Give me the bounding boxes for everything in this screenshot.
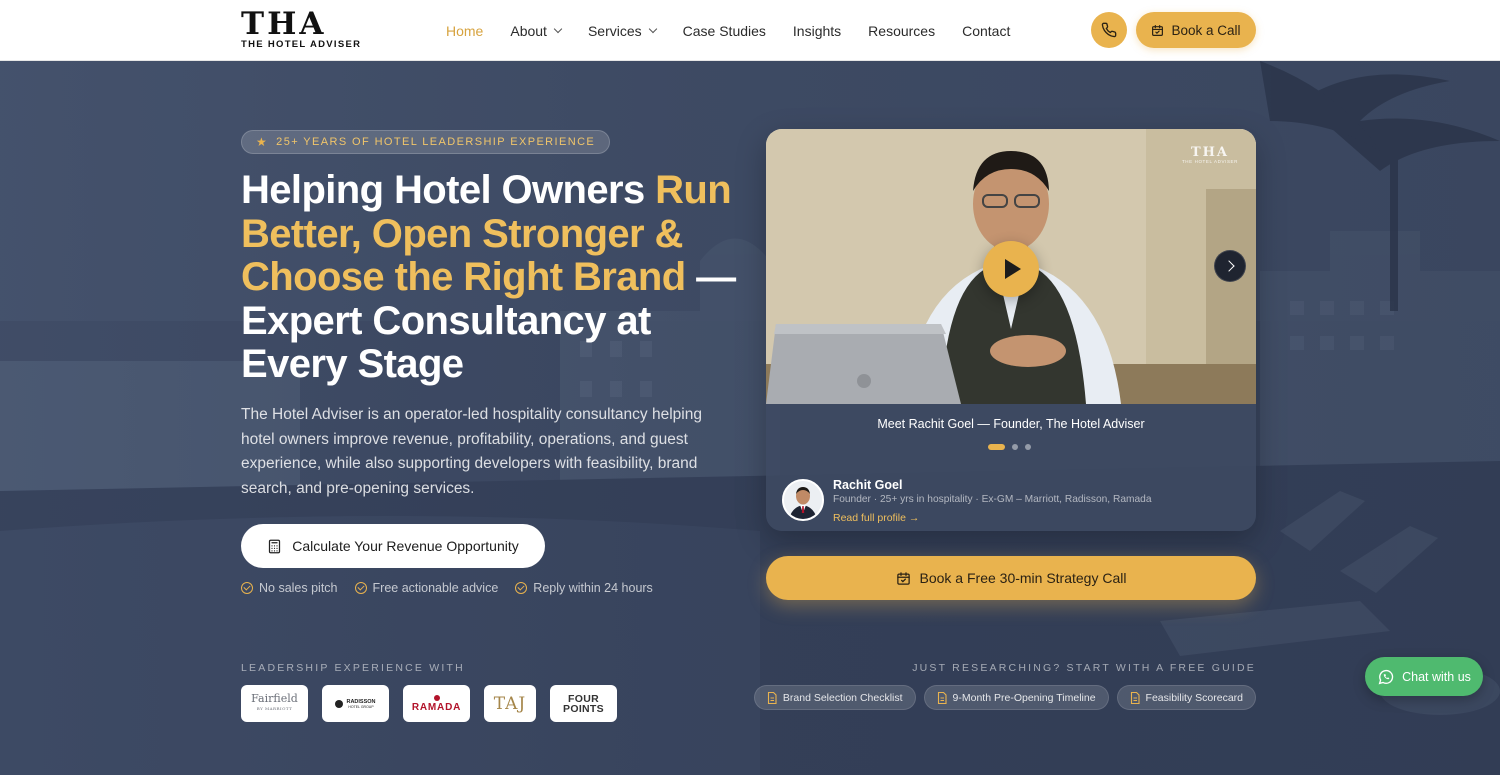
- founder-profile: Rachit Goel Founder · 25+ yrs in hospita…: [782, 478, 1242, 526]
- book-strategy-call-label: Book a Free 30-min Strategy Call: [919, 570, 1127, 586]
- calendar-icon: [896, 571, 910, 585]
- video-logo-subtitle: THE HOTEL ADVISER: [1181, 159, 1238, 164]
- nav-item-label: About: [510, 22, 547, 39]
- star-icon: ★: [256, 135, 269, 149]
- video-watermark-logo: THA THE HOTEL ADVISER: [1181, 145, 1238, 164]
- nav-item-home[interactable]: Home: [446, 23, 483, 39]
- phone-icon: [1101, 22, 1117, 38]
- headline-part-1: Helping Hotel Owners: [241, 168, 656, 212]
- founder-video-card: THA THE HOTEL ADVISER Meet Rachit Goel —…: [766, 129, 1256, 531]
- main-nav: Home About Services Case Studies Insight…: [446, 0, 1037, 61]
- leadership-eyebrow: LEADERSHIP EXPERIENCE WITH: [241, 662, 465, 674]
- nav-item-label: Home: [446, 22, 484, 39]
- nav-item-label: Case Studies: [682, 22, 766, 39]
- phone-button[interactable]: [1091, 12, 1127, 48]
- perk-label: Reply within 24 hours: [533, 581, 653, 595]
- nav-item-resources[interactable]: Resources: [868, 23, 935, 39]
- document-icon: [767, 691, 777, 704]
- perk-item: No sales pitch: [241, 581, 338, 595]
- carousel-dots: [988, 444, 1038, 450]
- four-points-logo: FOUR POINTS: [550, 685, 617, 722]
- perk-item: Free actionable advice: [354, 581, 499, 595]
- whatsapp-chat-button[interactable]: Chat with us: [1365, 657, 1483, 696]
- calculate-revenue-label: Calculate Your Revenue Opportunity: [292, 538, 519, 554]
- check-circle-icon: [354, 582, 367, 594]
- hero-description: The Hotel Adviser is an operator-led hos…: [241, 406, 702, 497]
- guide-brand-selection[interactable]: Brand Selection Checklist: [753, 685, 916, 710]
- site-logo[interactable]: THA THE HOTEL ADVISER: [241, 6, 362, 51]
- calculate-revenue-button[interactable]: Calculate Your Revenue Opportunity: [241, 524, 545, 568]
- carousel-dot[interactable]: [1025, 444, 1031, 450]
- experience-badge: ★ 25+ YEARS OF HOTEL LEADERSHIP EXPERIEN…: [241, 130, 611, 154]
- document-icon: [1130, 691, 1140, 704]
- perk-label: No sales pitch: [259, 581, 338, 595]
- chevron-right-icon[interactable]: [1214, 250, 1246, 282]
- brand-sub: BY MARRIOTT: [256, 705, 293, 711]
- chevron-down-icon: [648, 24, 657, 33]
- read-full-profile-link[interactable]: Read full profile →: [833, 512, 919, 524]
- guide-label: Brand Selection Checklist: [782, 691, 903, 704]
- brand-sub: HOTEL GROUP: [348, 704, 374, 709]
- free-guides: Brand Selection Checklist 9-Month Pre-Op…: [746, 685, 1256, 710]
- nav-item-insights[interactable]: Insights: [793, 23, 841, 39]
- nav-item-label: Resources: [868, 22, 936, 39]
- brand-sub: POINTS: [563, 702, 604, 715]
- book-strategy-call-button[interactable]: Book a Free 30-min Strategy Call: [766, 556, 1256, 600]
- site-header: THA THE HOTEL ADVISER Home About Service…: [0, 0, 1500, 61]
- founder-meta: Founder · 25+ yrs in hospitality · Ex-GM…: [833, 494, 1152, 505]
- founder-video[interactable]: THA THE HOTEL ADVISER: [766, 129, 1256, 404]
- nav-item-about[interactable]: About: [510, 22, 563, 39]
- guide-feasibility-scorecard[interactable]: Feasibility Scorecard: [1116, 685, 1256, 710]
- brand-name: RADISSON: [346, 698, 376, 705]
- experience-badge-text: 25+ YEARS OF HOTEL LEADERSHIP EXPERIENCE: [276, 136, 596, 148]
- ramada-logo: RAMADA: [403, 685, 470, 722]
- book-a-call-label: Book a Call: [1171, 22, 1241, 38]
- brand-name: FOUR: [568, 692, 599, 705]
- perk-label: Free actionable advice: [372, 581, 499, 595]
- document-icon: [937, 691, 947, 704]
- hero-headline: Helping Hotel Owners Run Better, Open St…: [241, 168, 751, 387]
- perks-list: No sales pitch Free actionable advice Re…: [241, 581, 670, 595]
- brand-name: TAJ: [493, 693, 527, 714]
- guide-label: Feasibility Scorecard: [1145, 691, 1243, 704]
- nav-item-label: Services: [587, 22, 642, 39]
- guide-pre-opening-timeline[interactable]: 9-Month Pre-Opening Timeline: [923, 685, 1109, 710]
- check-circle-icon: [241, 582, 253, 594]
- book-a-call-button[interactable]: Book a Call: [1136, 12, 1256, 48]
- guides-eyebrow: JUST RESEARCHING? START WITH A FREE GUID…: [912, 662, 1256, 674]
- hero-section: ★ 25+ YEARS OF HOTEL LEADERSHIP EXPERIEN…: [0, 61, 1500, 775]
- brand-name: Fairfield: [251, 691, 298, 705]
- founder-name: Rachit Goel: [833, 478, 903, 492]
- chat-label: Chat with us: [1402, 669, 1471, 684]
- avatar: [782, 479, 824, 521]
- perk-item: Reply within 24 hours: [515, 581, 653, 595]
- calculator-icon: [269, 539, 281, 553]
- nav-item-case-studies[interactable]: Case Studies: [683, 23, 766, 39]
- nav-item-contact[interactable]: Contact: [962, 23, 1010, 39]
- guide-label: 9-Month Pre-Opening Timeline: [952, 691, 1096, 704]
- brand-logos: Fairfield BY MARRIOTT RADISSON HOTEL GROUP…: [241, 685, 631, 722]
- fairfield-logo: Fairfield BY MARRIOTT: [241, 685, 308, 722]
- nav-item-services[interactable]: Services: [587, 22, 657, 39]
- nav-item-label: Insights: [792, 22, 842, 39]
- carousel-dot-active[interactable]: [988, 444, 1005, 450]
- logo-mark: THA: [241, 6, 327, 42]
- taj-logo: TAJ: [484, 685, 536, 722]
- radisson-logo: RADISSON HOTEL GROUP: [322, 685, 389, 722]
- video-logo-mark: THA: [1190, 145, 1229, 160]
- carousel-dot[interactable]: [1012, 444, 1018, 450]
- calendar-icon: [1152, 24, 1164, 36]
- whatsapp-icon: [1378, 669, 1394, 684]
- founder-avatar-image: [784, 481, 822, 519]
- chevron-down-icon: [553, 24, 563, 33]
- nav-item-label: Contact: [962, 22, 1011, 39]
- check-circle-icon: [515, 582, 528, 594]
- video-caption: Meet Rachit Goel — Founder, The Hotel Ad…: [877, 417, 1145, 431]
- play-icon[interactable]: [983, 241, 1039, 297]
- brand-name: RAMADA: [411, 702, 462, 713]
- logo-subtitle: THE HOTEL ADVISER: [241, 39, 362, 50]
